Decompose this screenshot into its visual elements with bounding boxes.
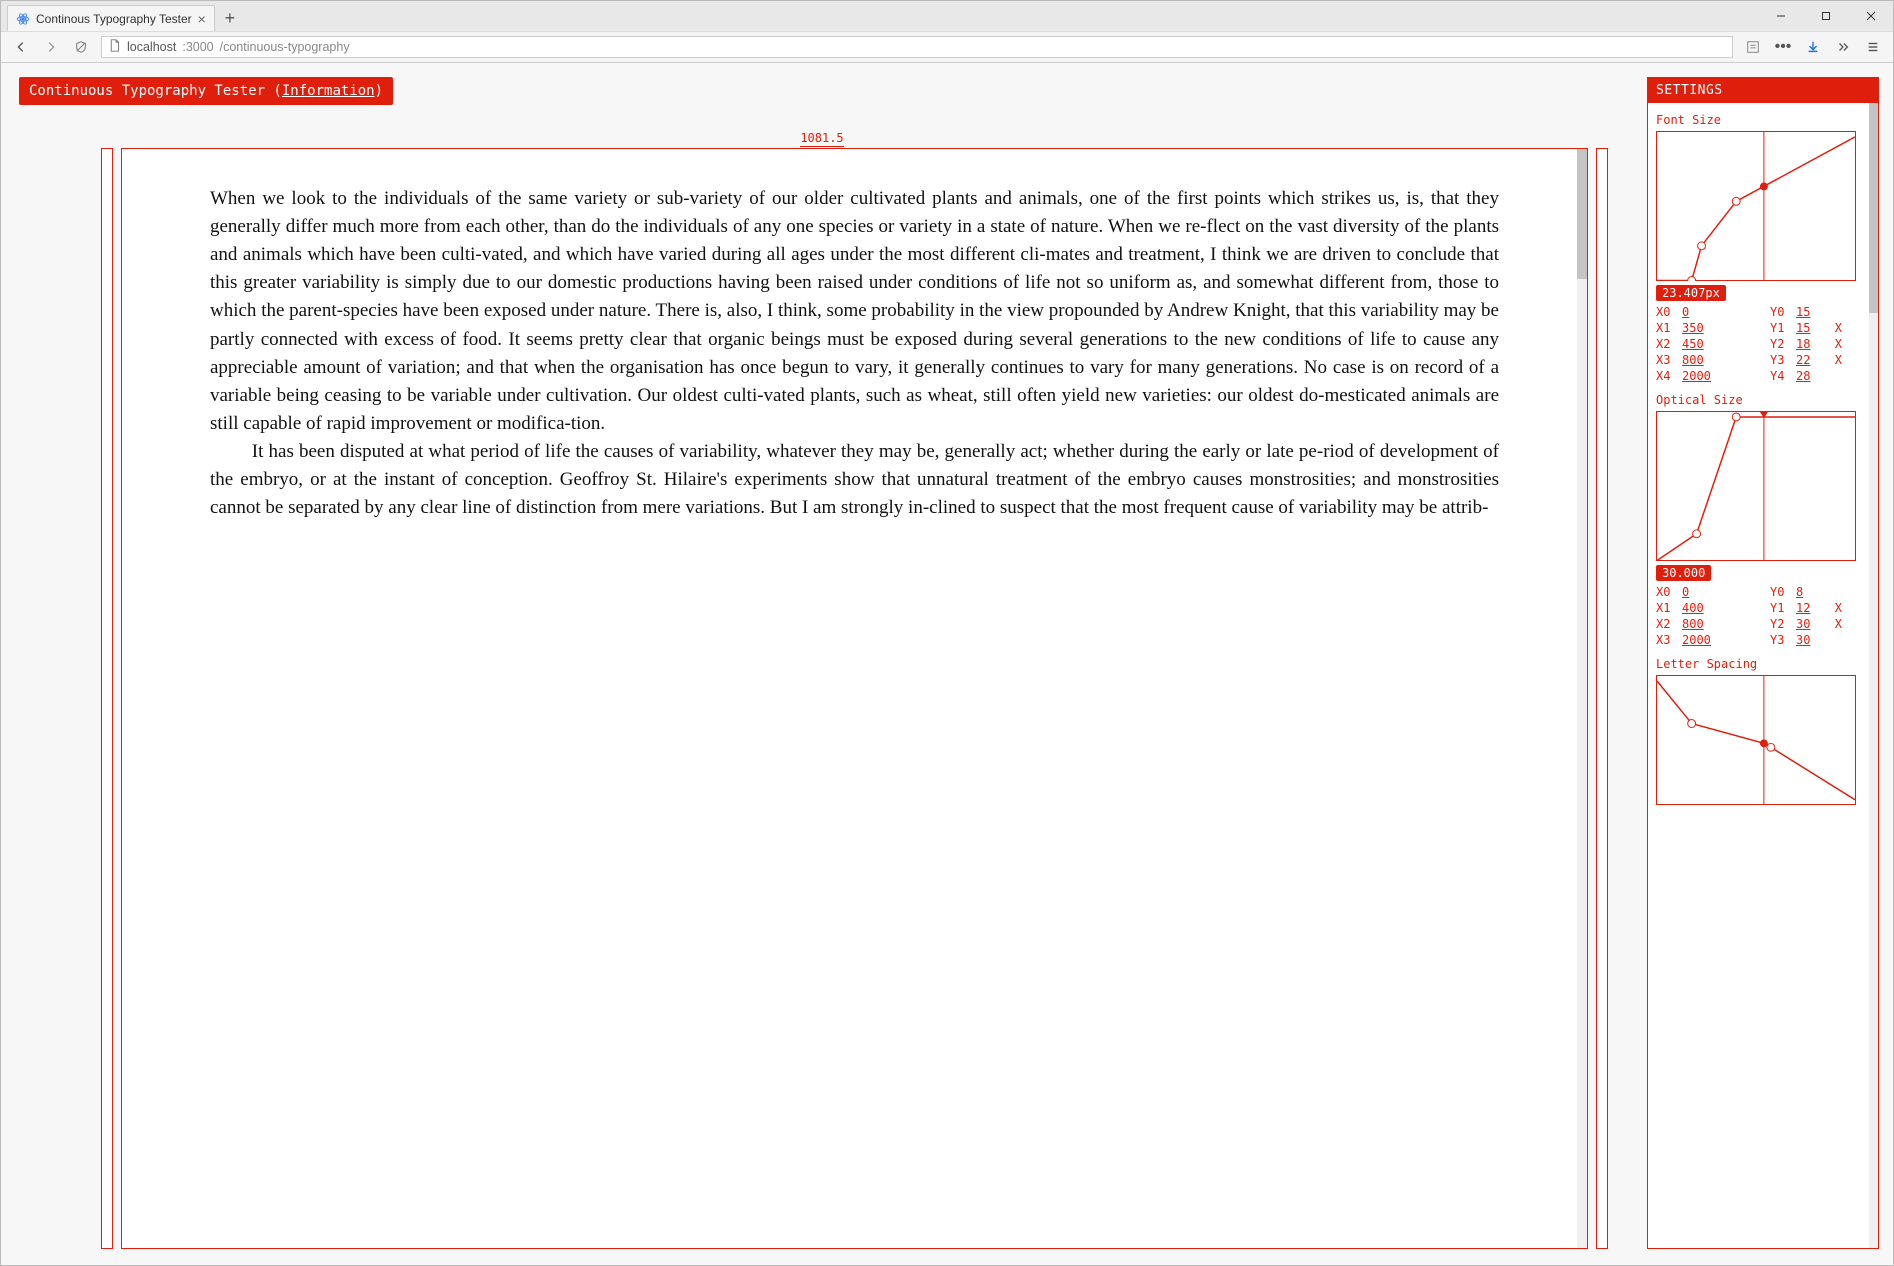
coord-input[interactable]: 450 xyxy=(1682,337,1722,351)
coord-input[interactable]: 18 xyxy=(1796,337,1826,351)
coord-input[interactable]: 30 xyxy=(1796,633,1826,647)
url-bar[interactable]: localhost :3000/continuous-typography xyxy=(101,36,1733,58)
hamburger-menu-icon[interactable] xyxy=(1859,34,1887,60)
delete-point-button[interactable]: X xyxy=(1830,337,1842,351)
coord-input[interactable]: 2000 xyxy=(1682,369,1722,383)
settings-scrollbar[interactable] xyxy=(1869,103,1878,1248)
new-tab-button[interactable]: + xyxy=(217,5,243,31)
settings-panel: SETTINGS Font Size xyxy=(1647,77,1879,1249)
information-link[interactable]: Information xyxy=(282,83,375,99)
react-favicon-icon xyxy=(16,12,30,26)
delete-point-button[interactable]: X xyxy=(1830,601,1842,615)
tab-title: Continous Typography Tester xyxy=(36,12,192,26)
section-title: Font Size xyxy=(1656,113,1866,127)
paragraph: When we look to the individuals of the s… xyxy=(210,185,1499,438)
titlebar: Continous Typography Tester × + xyxy=(1,1,1893,31)
page-actions-icon[interactable]: ••• xyxy=(1769,34,1797,60)
coord-input[interactable]: 28 xyxy=(1796,369,1826,383)
delete-point-button[interactable]: X xyxy=(1830,353,1842,367)
section-font-size: Font Size 23.407px xyxy=(1656,113,1866,383)
delete-point-button[interactable]: X xyxy=(1830,617,1842,631)
coord-input[interactable]: 0 xyxy=(1682,305,1722,319)
right-resize-handle[interactable] xyxy=(1596,148,1608,1249)
left-resize-handle[interactable] xyxy=(101,148,113,1249)
coord-input[interactable]: 0 xyxy=(1682,585,1722,599)
coord-input[interactable]: 12 xyxy=(1796,601,1826,615)
text-body: When we look to the individuals of the s… xyxy=(122,149,1587,532)
coord-input[interactable]: 400 xyxy=(1682,601,1722,615)
url-port: :3000 xyxy=(182,40,213,54)
text-pane: When we look to the individuals of the s… xyxy=(121,148,1588,1249)
section-title: Optical Size xyxy=(1656,393,1866,407)
app-title-prefix: Continuous Typography Tester ( xyxy=(29,83,282,99)
browser-toolbar: localhost :3000/continuous-typography ••• xyxy=(1,31,1893,63)
section-title: Letter Spacing xyxy=(1656,657,1866,671)
settings-header: SETTINGS xyxy=(1648,78,1878,103)
section-letter-spacing: Letter Spacing xyxy=(1656,657,1866,805)
app-title-suffix: ) xyxy=(375,83,383,99)
text-stage: When we look to the individuals of the s… xyxy=(101,148,1608,1249)
section-optical-size: Optical Size 30.000 xyxy=(1656,393,1866,647)
minimize-button[interactable] xyxy=(1758,1,1803,31)
font-size-current: 23.407px xyxy=(1656,285,1726,301)
letter-spacing-graph[interactable] xyxy=(1656,675,1856,805)
optical-size-graph[interactable] xyxy=(1656,411,1856,561)
app-title-badge: Continuous Typography Tester (Informatio… xyxy=(19,77,393,105)
back-button[interactable] xyxy=(7,34,35,60)
coord-input[interactable]: 800 xyxy=(1682,353,1722,367)
coord-input[interactable]: 15 xyxy=(1796,321,1826,335)
scrollbar-thumb[interactable] xyxy=(1869,103,1878,313)
scrollbar-thumb[interactable] xyxy=(1577,149,1587,279)
overflow-icon[interactable] xyxy=(1829,34,1857,60)
optical-size-current: 30.000 xyxy=(1656,565,1711,581)
coord-input[interactable]: 8 xyxy=(1796,585,1826,599)
page-viewport: Continuous Typography Tester (Informatio… xyxy=(1,63,1893,1265)
forward-button[interactable] xyxy=(37,34,65,60)
coord-input[interactable]: 30 xyxy=(1796,617,1826,631)
coord-input[interactable]: 22 xyxy=(1796,353,1826,367)
coord-input[interactable]: 350 xyxy=(1682,321,1722,335)
window-controls xyxy=(1758,1,1893,31)
tracking-protection-icon[interactable] xyxy=(67,34,95,60)
font-size-graph[interactable] xyxy=(1656,131,1856,281)
text-scrollbar[interactable] xyxy=(1577,149,1587,1248)
url-host: localhost xyxy=(127,40,176,54)
font-size-coords: X00Y015 X1350Y115X X2450Y218X X3800Y322X… xyxy=(1656,305,1866,383)
maximize-button[interactable] xyxy=(1803,1,1848,31)
optical-size-coords: X00Y08 X1400Y112X X2800Y230X X32000Y330 xyxy=(1656,585,1866,647)
reader-mode-icon[interactable] xyxy=(1739,34,1767,60)
close-window-button[interactable] xyxy=(1848,1,1893,31)
coord-input[interactable]: 2000 xyxy=(1682,633,1722,647)
close-tab-icon[interactable]: × xyxy=(198,11,206,27)
settings-body: Font Size 23.407px xyxy=(1648,103,1878,1248)
downloads-icon[interactable] xyxy=(1799,34,1827,60)
coord-input[interactable]: 15 xyxy=(1796,305,1826,319)
coord-input[interactable]: 800 xyxy=(1682,617,1722,631)
page-icon xyxy=(108,39,121,55)
paragraph: It has been disputed at what period of l… xyxy=(210,438,1499,522)
delete-point-button[interactable]: X xyxy=(1830,321,1842,335)
browser-tab[interactable]: Continous Typography Tester × xyxy=(7,5,215,31)
width-indicator: 1081.5 xyxy=(1,131,1643,145)
width-value: 1081.5 xyxy=(800,131,843,147)
url-path: /continuous-typography xyxy=(220,40,350,54)
browser-window: Continous Typography Tester × + localhos… xyxy=(0,0,1894,1266)
